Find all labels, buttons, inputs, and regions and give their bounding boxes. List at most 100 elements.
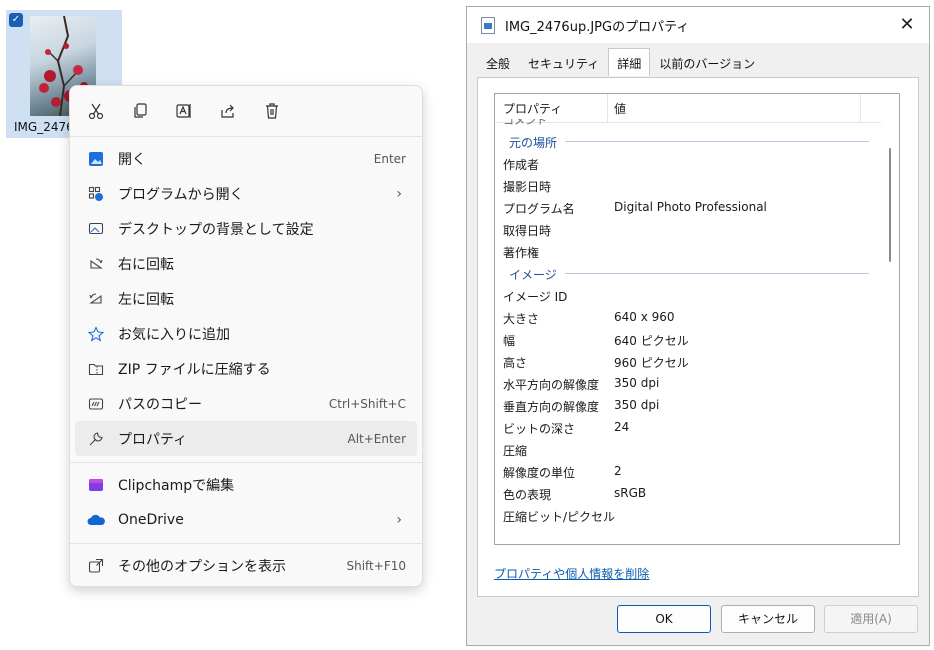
scrollbar-thumb[interactable] bbox=[889, 148, 891, 262]
clipped-row: コメント bbox=[503, 119, 547, 125]
menu-item-add-favorite[interactable]: お気に入りに追加 bbox=[70, 316, 422, 351]
chevron-right-icon: › bbox=[396, 185, 402, 202]
more-options-icon bbox=[86, 556, 106, 576]
property-row[interactable]: 圧縮 bbox=[495, 438, 879, 460]
property-list[interactable]: プロパティ 値 コメント 元の場所作成者撮影日時プログラム名 Digital Ph… bbox=[494, 93, 900, 545]
menu-item-rotate-left[interactable]: 左に回転 bbox=[70, 281, 422, 316]
tab-security[interactable]: セキュリティ bbox=[519, 51, 608, 77]
image-open-icon bbox=[86, 149, 106, 169]
property-row[interactable]: 幅 640 ピクセル bbox=[495, 328, 879, 350]
property-name: イメージ ID bbox=[503, 290, 568, 304]
menu-separator bbox=[70, 462, 422, 463]
property-row[interactable]: 著作権 bbox=[495, 240, 879, 262]
rename-icon[interactable] bbox=[172, 99, 196, 123]
cut-icon[interactable] bbox=[84, 99, 108, 123]
menu-item-properties[interactable]: プロパティ Alt+Enter bbox=[75, 421, 417, 456]
property-row[interactable]: 大きさ 640 x 960 bbox=[495, 306, 879, 328]
dialog-titlebar[interactable]: IMG_2476up.JPGのプロパティ ✕ bbox=[467, 7, 929, 43]
ok-button[interactable]: OK bbox=[617, 605, 711, 633]
property-value: 640 x 960 bbox=[614, 310, 675, 324]
remove-properties-link[interactable]: プロパティや個人情報を削除 bbox=[494, 565, 649, 582]
context-menu: 開く Enter プログラムから開く › デスクトップの背景として設定 右に回転… bbox=[69, 85, 423, 587]
property-value: 2 bbox=[614, 464, 622, 478]
selection-checkbox[interactable]: ✓ bbox=[9, 13, 23, 27]
group-label: イメージ bbox=[509, 268, 557, 282]
property-name: 著作権 bbox=[503, 246, 540, 260]
property-value: 24 bbox=[614, 420, 630, 434]
property-row[interactable]: 取得日時 bbox=[495, 218, 879, 240]
property-row[interactable]: 垂直方向の解像度 350 dpi bbox=[495, 394, 879, 416]
menu-item-rotate-right[interactable]: 右に回転 bbox=[70, 246, 422, 281]
rotate-right-icon bbox=[86, 254, 106, 274]
property-row[interactable]: 解像度の単位 2 bbox=[495, 460, 879, 482]
property-row[interactable]: 高さ 960 ピクセル bbox=[495, 350, 879, 372]
share-icon[interactable] bbox=[216, 99, 240, 123]
property-rows: 元の場所 作成者撮影日時プログラム名 Digital Photo Professio… bbox=[495, 130, 879, 526]
vertical-scrollbar[interactable] bbox=[881, 94, 899, 544]
onedrive-icon bbox=[86, 510, 106, 530]
menu-item-clipchamp[interactable]: Clipchampで編集 bbox=[70, 467, 422, 502]
property-name: 大きさ bbox=[503, 312, 540, 326]
property-name: 解像度の単位 bbox=[503, 466, 576, 480]
property-row[interactable]: プログラム名 Digital Photo Professional bbox=[495, 196, 879, 218]
apply-button[interactable]: 適用(A) bbox=[824, 605, 918, 633]
property-row[interactable]: ビットの深さ 24 bbox=[495, 416, 879, 438]
menu-separator bbox=[70, 136, 422, 137]
property-name: 圧縮 bbox=[503, 444, 528, 458]
property-row[interactable]: 色の表現 sRGB bbox=[495, 482, 879, 504]
tab-general[interactable]: 全般 bbox=[477, 51, 519, 77]
tab-details[interactable]: 詳細 bbox=[608, 48, 651, 76]
property-name: 垂直方向の解像度 bbox=[503, 400, 600, 414]
details-panel: プロパティ 値 コメント 元の場所作成者撮影日時プログラム名 Digital Ph… bbox=[477, 77, 919, 597]
property-name: 撮影日時 bbox=[503, 180, 552, 194]
property-row[interactable]: イメージ ID bbox=[495, 284, 879, 306]
tab-bar: 全般 セキュリティ 詳細 以前のバージョン bbox=[477, 48, 764, 77]
zip-icon bbox=[86, 359, 106, 379]
chevron-right-icon: › bbox=[396, 511, 402, 528]
property-row[interactable]: 圧縮ビット/ピクセル bbox=[495, 504, 879, 526]
cancel-button[interactable]: キャンセル bbox=[721, 605, 815, 633]
property-row[interactable]: 作成者 bbox=[495, 152, 879, 174]
group-rule bbox=[565, 141, 869, 142]
menu-item-open[interactable]: 開く Enter bbox=[70, 141, 422, 176]
property-name: ビットの深さ bbox=[503, 422, 576, 436]
property-value: 350 dpi bbox=[614, 398, 660, 412]
menu-item-copy-path[interactable]: パスのコピー Ctrl+Shift+C bbox=[70, 386, 422, 421]
column-divider[interactable] bbox=[607, 94, 608, 122]
group-header[interactable]: イメージ bbox=[495, 262, 879, 284]
column-divider[interactable] bbox=[860, 94, 861, 122]
copy-path-icon bbox=[86, 394, 106, 414]
menu-item-onedrive[interactable]: OneDrive › bbox=[70, 502, 422, 537]
menu-item-set-wallpaper[interactable]: デスクトップの背景として設定 bbox=[70, 211, 422, 246]
property-name: 水平方向の解像度 bbox=[503, 378, 600, 392]
properties-dialog: IMG_2476up.JPGのプロパティ ✕ 全般 セキュリティ 詳細 以前のバ… bbox=[466, 6, 930, 646]
list-header: プロパティ 値 bbox=[495, 94, 899, 123]
property-value: 640 ピクセル bbox=[614, 334, 689, 348]
tab-previous-versions[interactable]: 以前のバージョン bbox=[650, 51, 764, 77]
file-icon bbox=[481, 16, 495, 34]
property-name: 幅 bbox=[503, 334, 516, 348]
delete-icon[interactable] bbox=[260, 99, 284, 123]
star-icon bbox=[86, 324, 106, 344]
column-header-value[interactable]: 値 bbox=[614, 100, 626, 117]
property-row[interactable]: 撮影日時 bbox=[495, 174, 879, 196]
copy-icon[interactable] bbox=[128, 99, 152, 123]
group-header[interactable]: 元の場所 bbox=[495, 130, 879, 152]
quick-action-bar bbox=[70, 86, 422, 136]
property-name: プログラム名 bbox=[503, 202, 575, 216]
property-value: sRGB bbox=[614, 486, 647, 500]
dialog-title: IMG_2476up.JPGのプロパティ bbox=[505, 19, 690, 35]
property-row[interactable]: 水平方向の解像度 350 dpi bbox=[495, 372, 879, 394]
open-with-icon bbox=[86, 184, 106, 204]
property-value: 350 dpi bbox=[614, 376, 660, 390]
column-header-property[interactable]: プロパティ bbox=[503, 100, 562, 117]
property-value: 960 ピクセル bbox=[614, 356, 689, 370]
menu-item-more-options[interactable]: その他のオプションを表示 Shift+F10 bbox=[70, 548, 422, 583]
menu-item-open-with[interactable]: プログラムから開く › bbox=[70, 176, 422, 211]
menu-item-compress-zip[interactable]: ZIP ファイルに圧縮する bbox=[70, 351, 422, 386]
property-name: 取得日時 bbox=[503, 224, 552, 238]
close-icon[interactable]: ✕ bbox=[897, 15, 917, 35]
rotate-left-icon bbox=[86, 289, 106, 309]
menu-separator bbox=[70, 543, 422, 544]
file-name: IMG_2476 bbox=[14, 120, 74, 134]
